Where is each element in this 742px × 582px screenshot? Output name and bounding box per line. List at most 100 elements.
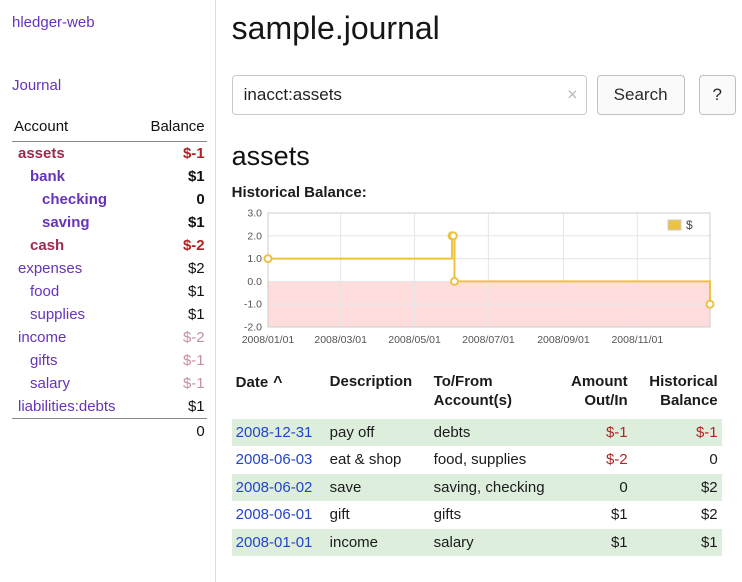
account-name-cell: bank [12, 165, 137, 188]
account-link[interactable]: assets [18, 145, 65, 162]
account-row: supplies $1 [12, 303, 207, 326]
search-button[interactable]: Search [597, 75, 685, 115]
account-link[interactable]: saving [42, 214, 90, 231]
transaction-date-link[interactable]: 2008-12-31 [236, 424, 313, 441]
register-header-row: Date^ Description To/From Account(s) Amo… [232, 371, 722, 419]
transaction-balance-cell: $-1 [632, 419, 722, 447]
transaction-row: 2008-06-01giftgifts$1$2 [232, 501, 722, 529]
transaction-date-link[interactable]: 2008-06-03 [236, 451, 313, 468]
transaction-date-cell: 2008-06-02 [232, 474, 326, 502]
account-balance: $-2 [137, 326, 207, 349]
account-balance: $1 [137, 303, 207, 326]
transaction-description-cell: pay off [326, 419, 430, 447]
clear-search-icon[interactable]: × [567, 86, 578, 104]
account-row: gifts$-1 [12, 349, 207, 372]
account-name-cell: salary [12, 372, 137, 395]
account-name-cell: gifts [12, 349, 137, 372]
transaction-date-cell: 2008-01-01 [232, 529, 326, 557]
transaction-description-cell: eat & shop [326, 446, 430, 474]
account-link[interactable]: expenses [18, 260, 82, 277]
app-title-link[interactable]: hledger-web [12, 14, 95, 31]
chart-x-tick-label: 2008/11/01 [611, 334, 663, 346]
account-name-cell: liabilities:debts [12, 395, 137, 419]
account-row: income $-2 [12, 326, 207, 349]
transaction-amount-cell: 0 [560, 474, 632, 502]
hledger-web-app: hledger-web Journal Account Balance asse… [0, 0, 742, 582]
transaction-accounts-cell: gifts [430, 501, 560, 529]
account-row: saving $1 [12, 211, 207, 234]
chart-y-tick-label: 0.0 [247, 276, 262, 288]
chart-data-point [706, 301, 713, 308]
transaction-balance-cell: $2 [632, 474, 722, 502]
transaction-description-cell: gift [326, 501, 430, 529]
transaction-row: 2008-01-01incomesalary$1$1 [232, 529, 722, 557]
account-name-cell: food [12, 280, 137, 303]
account-balance: $1 [137, 211, 207, 234]
account-tree-header-row: Account Balance [12, 118, 207, 142]
account-link[interactable]: liabilities:debts [18, 398, 116, 415]
account-link[interactable]: income [18, 329, 66, 346]
sort-asc-icon: ^ [273, 374, 282, 391]
amount-column-header: Amount Out/In [560, 371, 632, 419]
account-row: expenses$2 [12, 257, 207, 280]
chart-data-point [264, 255, 271, 262]
account-tree: Account Balance assets$-1 bank $1 checking 0… [12, 118, 207, 443]
account-name-cell: supplies [12, 303, 137, 326]
account-link[interactable]: gifts [30, 352, 58, 369]
account-row: cash $-2 [12, 234, 207, 257]
account-link[interactable]: bank [30, 168, 65, 185]
search-box: × [232, 75, 587, 115]
transaction-amount-cell: $-2 [560, 446, 632, 474]
account-balance: $1 [137, 395, 207, 419]
account-heading: assets [232, 141, 736, 172]
transaction-description-cell: save [326, 474, 430, 502]
date-column-header[interactable]: Date^ [232, 371, 326, 419]
chart-x-tick-label: 2008/03/01 [314, 334, 367, 346]
account-link[interactable]: checking [42, 191, 107, 208]
chart-data-point [451, 278, 458, 285]
date-header-label: Date [236, 374, 269, 391]
transaction-date-link[interactable]: 2008-06-01 [236, 506, 313, 523]
account-balance: $-2 [137, 234, 207, 257]
total-balance: 0 [137, 419, 207, 444]
chart-legend-swatch [668, 220, 681, 230]
account-link[interactable]: supplies [30, 306, 85, 323]
account-name-cell: saving [12, 211, 137, 234]
transaction-accounts-cell: food, supplies [430, 446, 560, 474]
chart-y-tick-label: -2.0 [244, 322, 262, 334]
chart-y-tick-label: 1.0 [247, 253, 262, 265]
app-title: hledger-web [12, 14, 207, 31]
search-input[interactable] [232, 75, 587, 115]
transaction-accounts-cell: saving, checking [430, 474, 560, 502]
account-row: liabilities:debts $1 [12, 395, 207, 419]
account-column-header: Account [12, 118, 137, 142]
account-link[interactable]: cash [30, 237, 64, 254]
transaction-date-cell: 2008-12-31 [232, 419, 326, 447]
account-link[interactable]: food [30, 283, 59, 300]
account-balance: 0 [137, 188, 207, 211]
transaction-date-link[interactable]: 2008-06-02 [236, 479, 313, 496]
chart-x-tick-label: 2008/07/01 [462, 334, 515, 346]
transaction-date-link[interactable]: 2008-01-01 [236, 534, 313, 551]
transaction-date-cell: 2008-06-01 [232, 501, 326, 529]
transaction-amount-cell: $1 [560, 501, 632, 529]
search-bar: × Search ? [232, 75, 736, 115]
page-title: sample.journal [232, 10, 736, 47]
chart-y-tick-label: 2.0 [247, 230, 262, 242]
description-column-header: Description [326, 371, 430, 419]
chart-y-tick-label: -1.0 [244, 299, 262, 311]
sidebar: hledger-web Journal Account Balance asse… [0, 0, 216, 582]
account-row: assets$-1 [12, 142, 207, 166]
nav-journal: Journal [12, 77, 207, 94]
account-row: food$1 [12, 280, 207, 303]
nav-journal-link[interactable]: Journal [12, 77, 61, 94]
transaction-date-cell: 2008-06-03 [232, 446, 326, 474]
account-link[interactable]: salary [30, 375, 70, 392]
transaction-balance-cell: 0 [632, 446, 722, 474]
chart-y-tick-label: 3.0 [247, 208, 262, 220]
chart-legend-label: $ [686, 218, 693, 232]
transaction-row: 2008-06-02 savesaving, checking0$2 [232, 474, 722, 502]
account-tree-body: assets$-1bank$1checking0saving$1cash$-2e… [12, 142, 207, 419]
account-row: salary$-1 [12, 372, 207, 395]
help-button[interactable]: ? [699, 75, 736, 115]
